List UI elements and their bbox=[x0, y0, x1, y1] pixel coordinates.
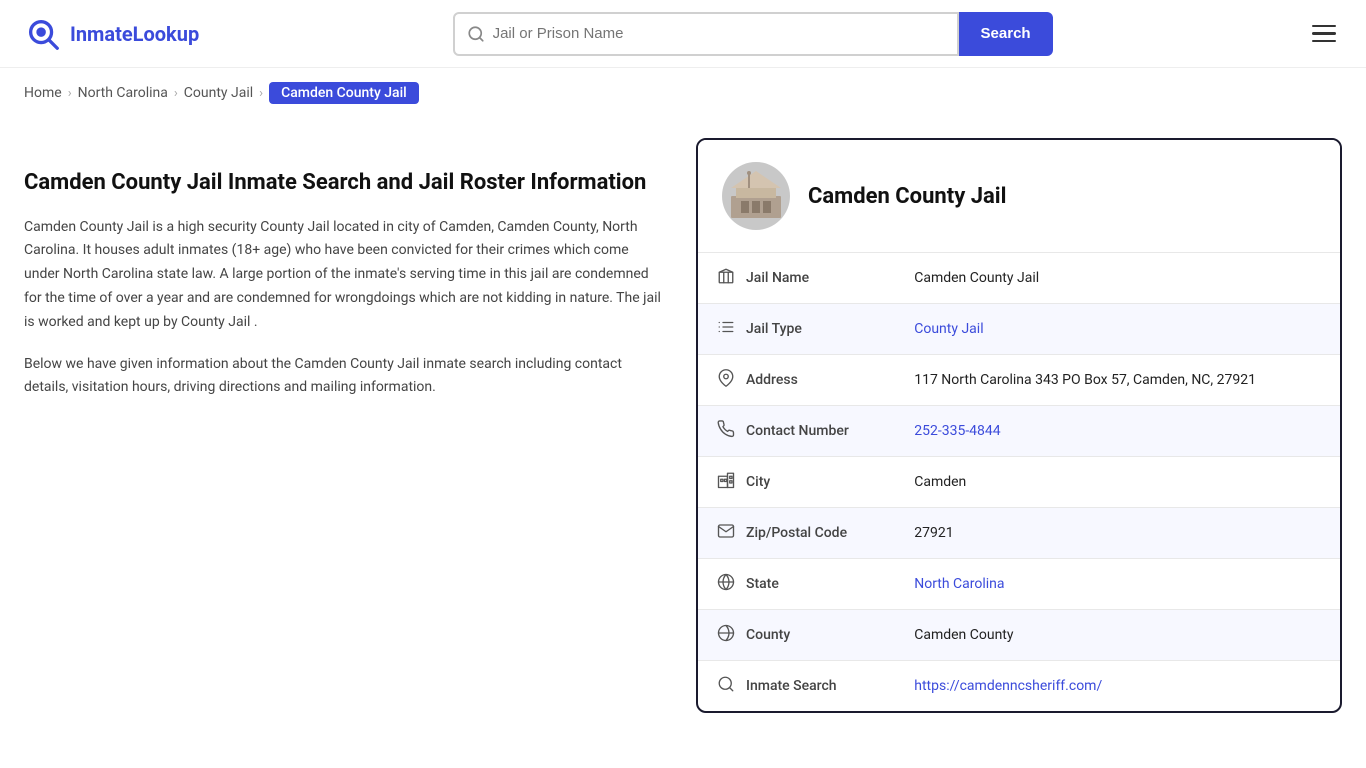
field-value[interactable]: County Jail bbox=[896, 304, 1340, 355]
field-value: 27921 bbox=[896, 508, 1340, 559]
left-column: Camden County Jail Inmate Search and Jai… bbox=[24, 138, 664, 418]
county-icon bbox=[716, 624, 736, 646]
search-input[interactable] bbox=[493, 25, 945, 42]
logo-icon bbox=[24, 15, 62, 53]
field-value[interactable]: North Carolina bbox=[896, 559, 1340, 610]
field-label: Jail Type bbox=[746, 321, 802, 337]
field-label: Zip/Postal Code bbox=[746, 525, 847, 541]
table-row: Zip/Postal Code 27921 bbox=[698, 508, 1340, 559]
logo[interactable]: InmateLookup bbox=[24, 15, 199, 53]
jail-logo bbox=[722, 162, 790, 230]
page-title: Camden County Jail Inmate Search and Jai… bbox=[24, 168, 664, 198]
breadcrumb-sep-3: › bbox=[259, 86, 263, 101]
field-link[interactable]: County Jail bbox=[914, 321, 983, 337]
search-area: Search bbox=[453, 12, 1053, 56]
field-label: City bbox=[746, 474, 770, 490]
field-value: Camden bbox=[896, 457, 1340, 508]
breadcrumb: Home › North Carolina › County Jail › Ca… bbox=[0, 68, 1366, 118]
right-column: Camden County Jail Jail Name Camden Count… bbox=[696, 138, 1342, 713]
info-table: Jail Name Camden County Jail Jail Type Coun… bbox=[698, 253, 1340, 711]
table-row: Inmate Search https://camdenncsheriff.com… bbox=[698, 661, 1340, 712]
search-icon bbox=[467, 25, 485, 43]
field-label: Inmate Search bbox=[746, 678, 837, 694]
breadcrumb-state[interactable]: North Carolina bbox=[78, 85, 168, 101]
jail-card: Camden County Jail Jail Name Camden Count… bbox=[696, 138, 1342, 713]
field-value: Camden County Jail bbox=[896, 253, 1340, 304]
breadcrumb-current: Camden County Jail bbox=[269, 82, 419, 104]
table-row: Jail Name Camden County Jail bbox=[698, 253, 1340, 304]
jail-card-name: Camden County Jail bbox=[808, 184, 1006, 209]
breadcrumb-home[interactable]: Home bbox=[24, 85, 62, 101]
table-row: State North Carolina bbox=[698, 559, 1340, 610]
field-label: County bbox=[746, 627, 790, 643]
search-button[interactable]: Search bbox=[959, 12, 1053, 56]
breadcrumb-sep-1: › bbox=[68, 86, 72, 101]
table-row: Jail Type County Jail bbox=[698, 304, 1340, 355]
field-value[interactable]: https://camdenncsheriff.com/ bbox=[896, 661, 1340, 712]
city-icon bbox=[716, 471, 736, 493]
mail-icon bbox=[716, 522, 736, 544]
field-value[interactable]: 252-335-4844 bbox=[896, 406, 1340, 457]
list-icon bbox=[716, 318, 736, 340]
breadcrumb-sep-2: › bbox=[174, 86, 178, 101]
menu-button[interactable] bbox=[1306, 19, 1342, 49]
logo-text: InmateLookup bbox=[70, 22, 199, 46]
breadcrumb-type[interactable]: County Jail bbox=[184, 85, 253, 101]
jail-building-icon bbox=[726, 166, 786, 226]
table-row: County Camden County bbox=[698, 610, 1340, 661]
field-label: State bbox=[746, 576, 779, 592]
jail-card-header: Camden County Jail bbox=[698, 140, 1340, 253]
field-value: Camden County bbox=[896, 610, 1340, 661]
field-value: 117 North Carolina 343 PO Box 57, Camden… bbox=[896, 355, 1340, 406]
table-row: City Camden bbox=[698, 457, 1340, 508]
field-label: Address bbox=[746, 372, 798, 388]
search-wrapper bbox=[453, 12, 959, 56]
pin-icon bbox=[716, 369, 736, 391]
header: InmateLookup Search bbox=[0, 0, 1366, 68]
main-content: Camden County Jail Inmate Search and Jai… bbox=[0, 118, 1366, 753]
field-link[interactable]: 252-335-4844 bbox=[914, 423, 1000, 439]
page-description-2: Below we have given information about th… bbox=[24, 353, 664, 401]
page-description-1: Camden County Jail is a high security Co… bbox=[24, 216, 664, 335]
jail-icon bbox=[716, 267, 736, 289]
phone-icon bbox=[716, 420, 736, 442]
field-link[interactable]: North Carolina bbox=[914, 576, 1004, 592]
field-link[interactable]: https://camdenncsheriff.com/ bbox=[914, 678, 1102, 694]
table-row: Address 117 North Carolina 343 PO Box 57,… bbox=[698, 355, 1340, 406]
search-icon bbox=[716, 675, 736, 697]
field-label: Contact Number bbox=[746, 423, 849, 439]
field-label: Jail Name bbox=[746, 270, 809, 286]
globe-icon bbox=[716, 573, 736, 595]
table-row: Contact Number 252-335-4844 bbox=[698, 406, 1340, 457]
